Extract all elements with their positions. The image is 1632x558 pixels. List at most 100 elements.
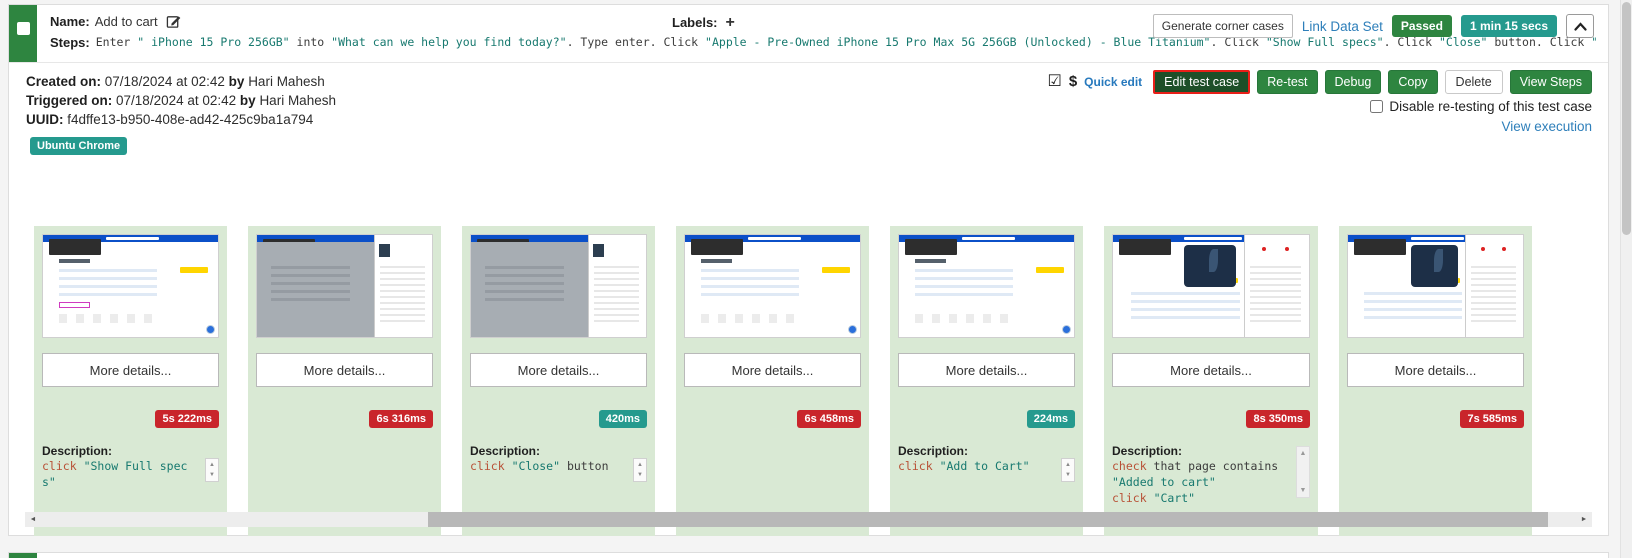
thumbnail-art <box>848 325 857 334</box>
step-screenshot-thumbnail[interactable] <box>898 234 1075 338</box>
thumbnail-art <box>1250 266 1301 322</box>
spin-up-icon[interactable]: ▲ <box>1065 462 1071 468</box>
more-details-button[interactable]: More details... <box>898 353 1075 387</box>
triggered-line: Triggered on: 07/18/2024 at 02:42 by Har… <box>26 91 336 110</box>
test-case-header: Name: Add to cart Labels: + Steps: Enter… <box>9 5 1608 63</box>
created-label: Created on: <box>26 74 101 89</box>
step-screenshot-thumbnail[interactable] <box>684 234 861 338</box>
thumbnail-art <box>905 239 957 255</box>
spin-down-icon[interactable]: ▼ <box>637 472 643 478</box>
horizontal-scroll-track[interactable] <box>41 512 1576 527</box>
thumbnail-art <box>59 302 91 308</box>
thumbnail-art <box>1131 292 1241 323</box>
step-duration-badge: 6s 458ms <box>797 410 861 428</box>
step-duration-badge: 420ms <box>599 410 647 428</box>
thumbnail-art <box>180 267 208 273</box>
thumbnail-art <box>1411 237 1464 240</box>
step-duration-badge: 7s 585ms <box>1460 410 1524 428</box>
step-screenshot-thumbnail[interactable] <box>470 234 647 338</box>
thumbnail-art <box>380 266 426 322</box>
duration-row: 7s 585ms <box>1347 409 1524 428</box>
duration-row: 6s 458ms <box>684 409 861 428</box>
dollar-icon[interactable]: $ <box>1069 74 1077 90</box>
created-line: Created on: 07/18/2024 at 02:42 by Hari … <box>26 72 336 91</box>
labels-group: Labels: + <box>672 15 735 30</box>
thumbnail-art <box>962 237 1015 240</box>
description-scrollbar[interactable]: ▲ ▼ <box>205 458 219 482</box>
step-screenshot-thumbnail[interactable] <box>42 234 219 338</box>
view-execution-link[interactable]: View execution <box>1501 119 1592 134</box>
more-details-button[interactable]: More details... <box>1112 353 1310 387</box>
more-details-button[interactable]: More details... <box>470 353 647 387</box>
add-label-icon[interactable]: + <box>726 17 735 29</box>
next-test-case-row <box>8 552 1609 558</box>
thumbnail-art <box>748 237 801 240</box>
scroll-right-icon[interactable]: ► <box>1576 512 1592 527</box>
spin-up-icon[interactable]: ▲ <box>1300 450 1307 457</box>
header-right-group: Generate corner cases Link Data Set Pass… <box>1153 14 1594 38</box>
test-case-name[interactable]: Add to cart <box>95 14 158 29</box>
step-screenshot-thumbnail[interactable] <box>1112 234 1310 338</box>
step-description: Description: click "Add to Cart" ▲ ▼ <box>898 444 1075 482</box>
checkbox-checked-icon[interactable]: ☑ <box>1047 74 1061 90</box>
thumbnail-art <box>1209 249 1218 272</box>
step-screenshot-thumbnail[interactable] <box>256 234 433 338</box>
duration-row: 8s 350ms <box>1112 409 1310 428</box>
copy-button[interactable]: Copy <box>1388 70 1437 94</box>
link-data-set-link[interactable]: Link Data Set <box>1302 19 1383 34</box>
step-description: Description: click "Show Full specs" ▲ ▼ <box>42 444 219 491</box>
thumbnail-art <box>822 267 850 273</box>
spin-down-icon[interactable]: ▼ <box>1065 472 1071 478</box>
horizontal-scrollbar[interactable]: ◄ ► <box>25 512 1592 527</box>
retest-button[interactable]: Re-test <box>1257 70 1317 94</box>
thumbnail-art <box>1471 266 1517 322</box>
thumbnail-art <box>593 244 604 257</box>
spin-up-icon[interactable]: ▲ <box>637 462 643 468</box>
created-by-label: by <box>229 74 245 89</box>
more-details-button[interactable]: More details... <box>684 353 861 387</box>
duration-row: 420ms <box>470 409 647 428</box>
step-description-code: click "Close" button <box>470 459 629 475</box>
edit-name-icon[interactable] <box>166 14 181 29</box>
disable-retesting-checkbox[interactable] <box>1370 100 1383 113</box>
vertical-scroll-thumb[interactable] <box>1622 2 1631 235</box>
duration-badge: 1 min 15 secs <box>1461 15 1557 37</box>
description-label: Description: <box>470 444 629 458</box>
generate-corner-cases-button[interactable]: Generate corner cases <box>1153 14 1293 38</box>
description-scrollbar[interactable]: ▲ ▼ <box>633 458 647 482</box>
description-scrollbar[interactable]: ▲ ▼ <box>1296 446 1310 498</box>
triggered-label: Triggered on: <box>26 93 112 108</box>
thumbnail-art <box>691 239 743 255</box>
thumbnail-art <box>1364 292 1462 323</box>
vertical-scrollbar[interactable] <box>1620 0 1632 558</box>
spin-down-icon[interactable]: ▼ <box>1300 487 1307 494</box>
select-test-case-checkbox[interactable] <box>17 22 30 35</box>
thumbnail-art <box>1036 267 1064 273</box>
edit-test-case-button[interactable]: Edit test case <box>1153 70 1250 94</box>
more-details-button[interactable]: More details... <box>42 353 219 387</box>
disable-retesting-label: Disable re-testing of this test case <box>1389 99 1592 114</box>
thumbnail-art <box>915 314 1017 323</box>
spin-up-icon[interactable]: ▲ <box>209 462 215 468</box>
view-steps-button[interactable]: View Steps <box>1510 70 1592 94</box>
spin-down-icon[interactable]: ▼ <box>209 472 215 478</box>
quick-edit-link[interactable]: Quick edit <box>1084 75 1142 89</box>
step-screenshot-thumbnail[interactable] <box>1347 234 1524 338</box>
created-value: 07/18/2024 at 02:42 <box>105 74 225 89</box>
description-scrollbar[interactable]: ▲ ▼ <box>1061 458 1075 482</box>
action-buttons-row: ☑ $ Quick edit Edit test case Re-test De… <box>1047 70 1592 94</box>
collapse-button[interactable] <box>1566 14 1594 38</box>
triggered-value: 07/18/2024 at 02:42 <box>116 93 236 108</box>
more-details-button[interactable]: More details... <box>1347 353 1524 387</box>
scroll-left-icon[interactable]: ◄ <box>25 512 41 527</box>
debug-button[interactable]: Debug <box>1325 70 1382 94</box>
thumbnail-art <box>701 269 799 300</box>
steps-label: Steps: <box>50 35 90 50</box>
more-details-button[interactable]: More details... <box>256 353 433 387</box>
horizontal-scroll-thumb[interactable] <box>428 512 1549 527</box>
thumbnail-art <box>1502 247 1506 251</box>
step-card: More details... 420ms Description: click… <box>462 226 655 536</box>
step-description-code: click "Add to Cart" <box>898 459 1057 475</box>
delete-button[interactable]: Delete <box>1445 70 1503 94</box>
step-description-main: Description: click "Close" button <box>470 444 629 475</box>
